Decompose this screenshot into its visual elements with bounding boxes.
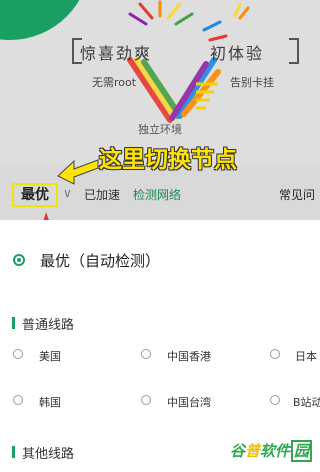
faq-link[interactable]: 常见问 <box>279 186 315 203</box>
section-marker <box>12 317 15 329</box>
annotation-label: 这里切换节点 <box>99 147 237 173</box>
detect-network-link[interactable]: 检测网络 <box>133 186 181 203</box>
watermark-part3: 软件 <box>260 442 291 460</box>
option-korea[interactable]: 韩国 <box>39 394 61 410</box>
radio-usa[interactable] <box>13 349 23 359</box>
independent-env-label: 独立环境 <box>138 123 182 136</box>
option-japan[interactable]: 日本 <box>295 348 317 364</box>
other-lines-title: 其他线路 <box>22 447 75 462</box>
section-marker <box>12 446 15 458</box>
option-bilibili[interactable]: B站动 <box>293 394 320 410</box>
best-node-tab[interactable]: 最优 <box>12 183 58 207</box>
watermark-part4: 园 <box>291 440 313 462</box>
watermark-part2: 普 <box>245 442 261 460</box>
radio-japan[interactable] <box>270 349 280 359</box>
radio-taiwan[interactable] <box>141 395 151 405</box>
no-root-label: 无需root <box>92 76 137 89</box>
radio-hongkong[interactable] <box>141 349 151 359</box>
option-hongkong[interactable]: 中国香港 <box>167 348 211 364</box>
accelerated-status: 已加速 <box>84 188 121 202</box>
chevron-down-icon[interactable]: ∨ <box>63 186 72 200</box>
slogan-part1: 惊喜劲爽 <box>80 44 153 63</box>
watermark-part1: 谷 <box>230 442 246 460</box>
slogan-part2: 初体验 <box>210 44 265 63</box>
best-auto-radio[interactable] <box>13 254 25 266</box>
watermark-logo: 谷普软件园 <box>230 440 313 462</box>
radio-korea[interactable] <box>13 395 23 405</box>
no-lag-label: 告别卡挂 <box>230 76 274 89</box>
option-taiwan[interactable]: 中国台湾 <box>167 394 211 410</box>
best-auto-label[interactable]: 最优（自动检测） <box>40 250 160 271</box>
general-lines-title: 普通线路 <box>22 318 75 333</box>
slogan-bracket-right <box>289 38 299 64</box>
option-usa[interactable]: 美国 <box>39 348 61 364</box>
radio-bilibili[interactable] <box>270 395 280 405</box>
